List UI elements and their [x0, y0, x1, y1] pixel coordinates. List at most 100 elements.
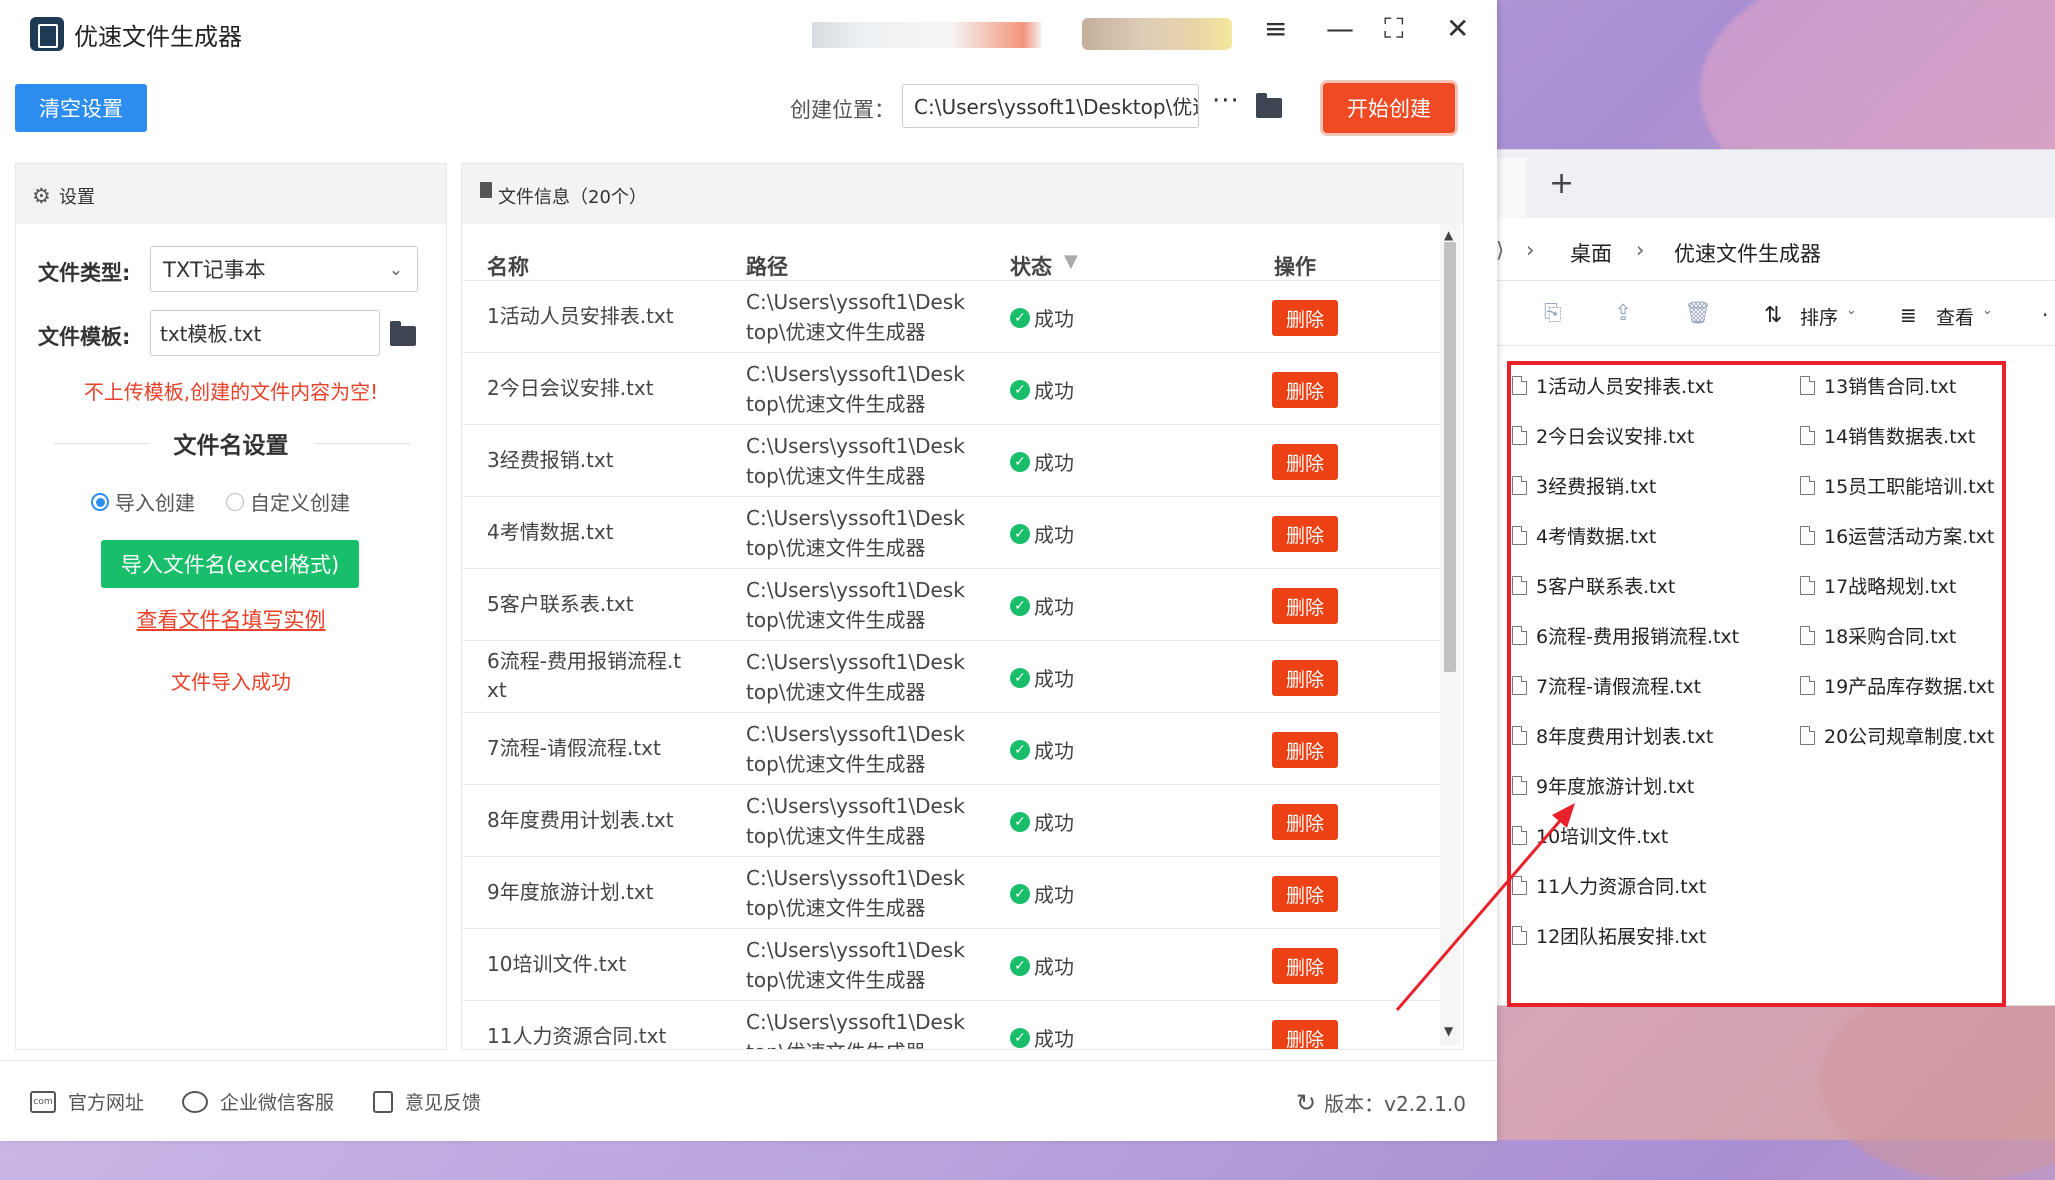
wechat-label: 企业微信客服	[220, 1092, 335, 1114]
menu-icon[interactable]: ≡	[1264, 12, 1287, 45]
radio-import-label: 导入创建	[115, 491, 195, 515]
sort-icon[interactable]: ⇅	[1764, 303, 1782, 328]
file-name-wrap: xt	[487, 678, 507, 702]
table-row: 9年度旅游计划.txt C:\Users\yssoft1\Desk top\优速文件…	[462, 856, 1442, 929]
maximize-icon[interactable]: ⛶	[1384, 12, 1404, 46]
version-label: 版本：v2.2.1.0	[1324, 1092, 1466, 1116]
file-path-line1: C:\Users\yssoft1\Desk	[746, 578, 965, 602]
share-icon[interactable]: ⇪	[1614, 301, 1632, 326]
delete-button[interactable]: 删除	[1272, 732, 1338, 768]
column-header-status: 状态	[1010, 255, 1052, 279]
feedback-link[interactable]: 意见反馈	[373, 1088, 481, 1115]
title-bar: 优速文件生成器 ≡ — ⛶ ✕	[0, 0, 1497, 64]
file-path-line2: top\优速文件生成器	[746, 824, 926, 848]
delete-button[interactable]: 删除	[1272, 1020, 1338, 1049]
file-path-cell: C:\Users\yssoft1\Desk top\优速文件生成器	[746, 719, 986, 779]
radio-import-create[interactable]: 导入创建	[91, 487, 195, 516]
close-icon[interactable]: ✕	[1446, 12, 1469, 45]
more-icon[interactable]: ·	[2042, 303, 2048, 327]
settings-panel: ⚙ 设置 文件类型: TXT记事本 ⌄ 文件模板: txt模板.txt 不上传模…	[15, 163, 447, 1050]
delete-button[interactable]: 删除	[1272, 444, 1338, 480]
file-path-cell: C:\Users\yssoft1\Desk top\优速文件生成器	[746, 935, 986, 995]
minimize-icon[interactable]: —	[1326, 12, 1354, 45]
file-name-cell: 2今日会议安排.txt	[487, 374, 707, 403]
delete-button[interactable]: 删除	[1272, 660, 1338, 696]
table-row: 4考情数据.txt C:\Users\yssoft1\Desk top\优速文件生成…	[462, 496, 1442, 569]
filter-icon[interactable]: ▼	[1064, 251, 1078, 272]
scroll-up-icon[interactable]: ▲	[1444, 228, 1453, 242]
file-path-cell: C:\Users\yssoft1\Desk top\优速文件生成器	[746, 575, 986, 635]
breadcrumb-desktop[interactable]: 桌面	[1570, 238, 1612, 268]
file-path-line1: C:\Users\yssoft1\Desk	[746, 1010, 965, 1034]
file-path-cell: C:\Users\yssoft1\Desk top\优速文件生成器	[746, 647, 986, 707]
delete-button[interactable]: 删除	[1272, 372, 1338, 408]
view-example-link[interactable]: 查看文件名填写实例	[16, 604, 446, 634]
scroll-down-icon[interactable]: ▼	[1444, 1024, 1453, 1038]
file-path-line1: C:\Users\yssoft1\Desk	[746, 434, 965, 458]
template-label: 文件模板:	[38, 325, 131, 349]
file-name-cell: 10培训文件.txt	[487, 950, 707, 979]
clear-settings-button[interactable]: 清空设置	[15, 84, 147, 132]
template-input[interactable]: txt模板.txt	[150, 310, 380, 356]
view-label[interactable]: 查看	[1936, 303, 1974, 330]
delete-button[interactable]: 删除	[1272, 588, 1338, 624]
file-name: 5客户联系表.txt	[487, 592, 634, 616]
import-filenames-button[interactable]: 导入文件名(excel格式)	[101, 540, 359, 588]
rename-icon[interactable]: ⎘	[1544, 301, 1562, 326]
file-name: 7流程-请假流程.txt	[487, 736, 661, 760]
file-path-cell: C:\Users\yssoft1\Desk top\优速文件生成器	[746, 431, 986, 491]
wechat-support-link[interactable]: 企业微信客服	[182, 1088, 334, 1115]
folder-icon[interactable]	[1256, 93, 1282, 118]
delete-icon[interactable]: 🗑	[1684, 301, 1712, 326]
breadcrumb-folder[interactable]: 优速文件生成器	[1674, 238, 1821, 268]
delete-button[interactable]: 删除	[1272, 948, 1338, 984]
column-header-action: 操作	[1274, 255, 1316, 279]
file-name: 11人力资源合同.txt	[487, 1024, 667, 1048]
success-check-icon: ✓	[1010, 595, 1030, 616]
explorer-tab[interactable]	[1496, 158, 1526, 218]
chat-icon	[182, 1090, 208, 1113]
feedback-icon	[373, 1090, 393, 1113]
table-row: 3经费报销.txt C:\Users\yssoft1\Desk top\优速文件生成…	[462, 424, 1442, 497]
delete-button[interactable]: 删除	[1272, 804, 1338, 840]
file-name: 1活动人员安排表.txt	[487, 304, 674, 328]
sort-label[interactable]: 排序	[1800, 303, 1838, 330]
gear-icon: ⚙	[32, 184, 51, 208]
table-row: 2今日会议安排.txt C:\Users\yssoft1\Desk top\优速文件…	[462, 352, 1442, 425]
scrollbar-thumb[interactable]	[1444, 242, 1456, 672]
delete-button[interactable]: 删除	[1272, 300, 1338, 336]
status-text: 成功	[1034, 739, 1074, 763]
footer: com 官方网址 企业微信客服 意见反馈 ↻ 版本：v2.2.1.0	[0, 1060, 1497, 1141]
radio-custom-create[interactable]: 自定义创建	[226, 487, 350, 516]
version-info[interactable]: ↻ 版本：v2.2.1.0	[1296, 1088, 1466, 1117]
table-row: 8年度费用计划表.txt C:\Users\yssoft1\Desk top\优速文…	[462, 784, 1442, 857]
file-path-line1: C:\Users\yssoft1\Desk	[746, 866, 965, 890]
location-input[interactable]: C:\Users\yssoft1\Desktop\优速	[902, 84, 1199, 128]
status-text: 成功	[1034, 811, 1074, 835]
status-text: 成功	[1034, 523, 1074, 547]
success-check-icon: ✓	[1010, 811, 1030, 832]
file-name-cell: 5客户联系表.txt	[487, 590, 707, 619]
new-tab-icon[interactable]: +	[1549, 166, 1574, 201]
file-path-cell: C:\Users\yssoft1\Desk top\优速文件生成器	[746, 503, 986, 563]
import-status-text: 文件导入成功	[171, 670, 291, 694]
file-name-cell: 1活动人员安排表.txt	[487, 302, 707, 331]
file-path-cell: C:\Users\yssoft1\Desk top\优速文件生成器	[746, 863, 986, 923]
main-toolbar: 清空设置 创建位置： C:\Users\yssoft1\Desktop\优速 ·…	[0, 64, 1497, 148]
more-options-icon[interactable]: ···	[1212, 86, 1240, 116]
view-icon[interactable]: ≣	[1900, 303, 1917, 327]
radio-custom-label: 自定义创建	[250, 491, 350, 515]
website-link[interactable]: com 官方网址	[30, 1088, 144, 1115]
file-name: 2今日会议安排.txt	[487, 376, 654, 400]
file-name-cell: 11人力资源合同.txt	[487, 1022, 707, 1049]
delete-button[interactable]: 删除	[1272, 516, 1338, 552]
column-header-name: 名称	[487, 255, 529, 279]
start-create-button[interactable]: 开始创建	[1323, 83, 1455, 133]
delete-button[interactable]: 删除	[1272, 876, 1338, 912]
filename-section-title: 文件名设置	[173, 433, 289, 459]
file-type-select[interactable]: TXT记事本 ⌄	[150, 246, 418, 292]
location-label: 创建位置：	[790, 98, 895, 122]
document-icon	[480, 182, 492, 198]
file-info-panel: 文件信息（20个） 名称 路径 状态 ▼ 操作 1活动人员安排表.txt C:\U…	[461, 163, 1464, 1050]
folder-icon[interactable]	[390, 321, 416, 346]
